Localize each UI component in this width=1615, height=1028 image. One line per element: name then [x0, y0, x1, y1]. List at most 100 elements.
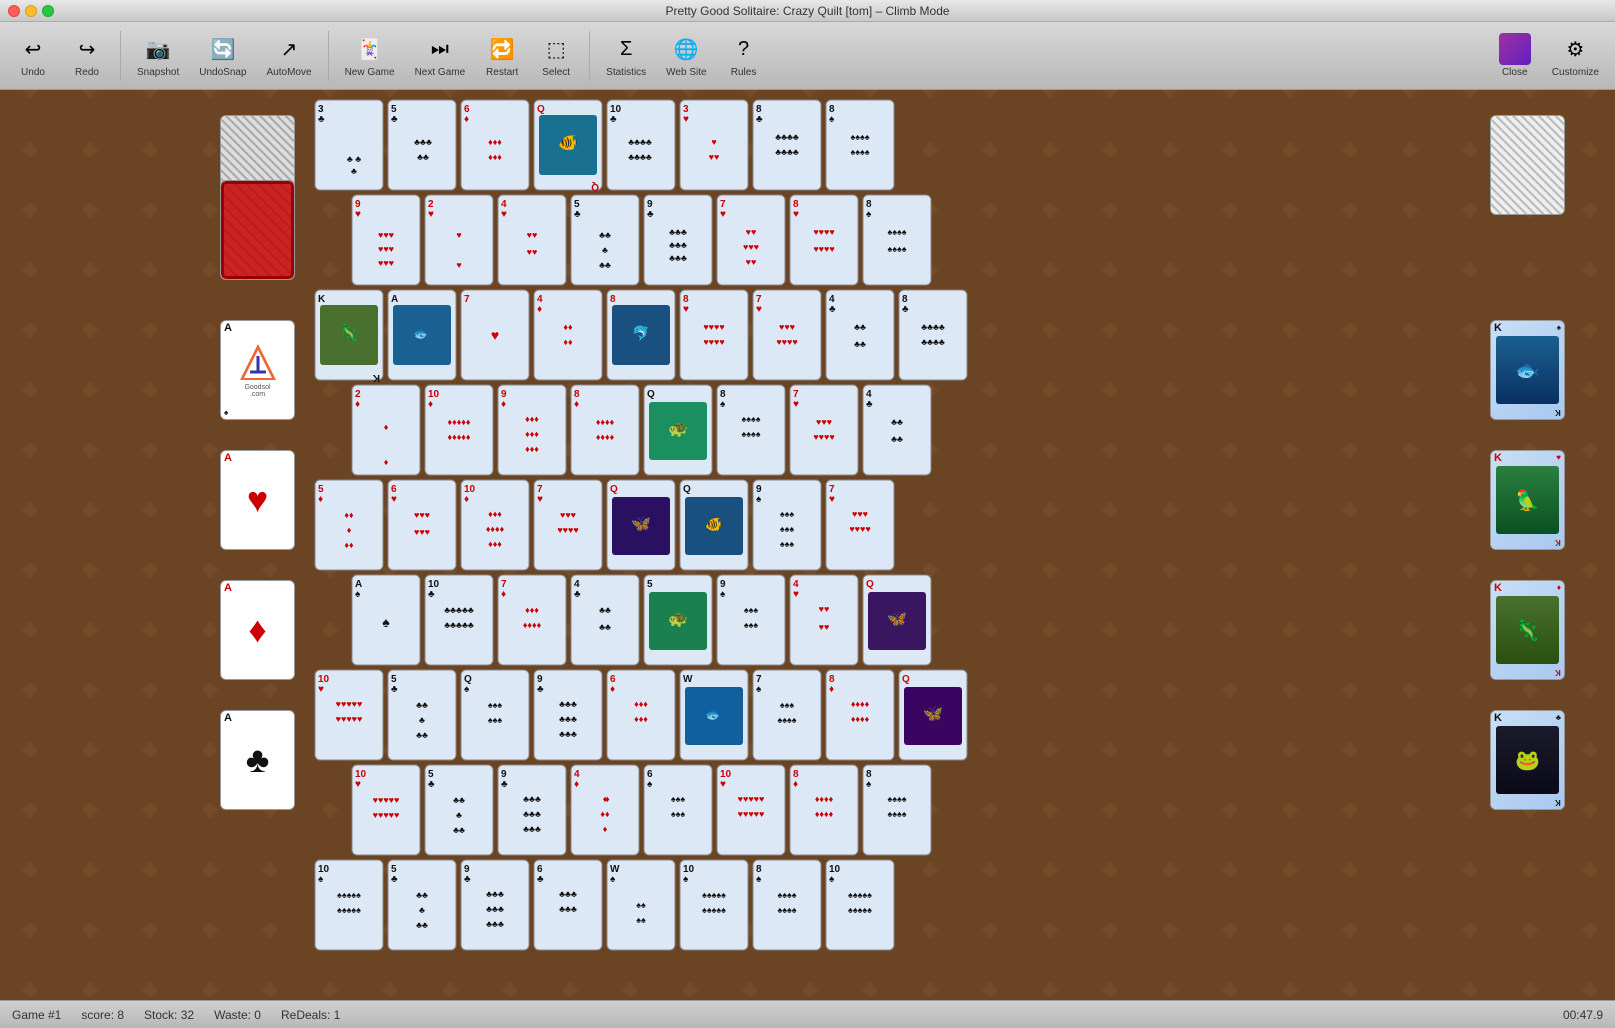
nextgame-button[interactable]: ⏭ Next Game: [407, 29, 474, 82]
svg-text:♠♠: ♠♠: [636, 900, 646, 910]
svg-text:♦: ♦: [428, 399, 433, 410]
svg-text:♣: ♣: [391, 684, 398, 695]
foundation-ace-hearts[interactable]: A ♥: [220, 450, 295, 550]
snapshot-button[interactable]: 📷 Snapshot: [129, 29, 187, 82]
svg-text:♥♥: ♥♥: [709, 152, 720, 162]
svg-text:♠♠♠♠♠: ♠♠♠♠♠: [848, 905, 872, 915]
svg-text:♣: ♣: [610, 114, 617, 125]
kcbr-rank-br: K: [1555, 798, 1561, 807]
svg-text:♠: ♠: [318, 874, 324, 885]
close-toolbar-button[interactable]: Close: [1490, 29, 1540, 82]
svg-text:♥: ♥: [428, 209, 434, 220]
frog-icon: 🐸: [1515, 748, 1540, 773]
window-controls: [8, 5, 54, 17]
king-hearts-right[interactable]: K ♥ 🦜 K: [1490, 450, 1565, 550]
close-button[interactable]: [8, 5, 20, 17]
undosnap-button[interactable]: 🔄 UndoSnap: [191, 29, 254, 82]
stock-deck-red[interactable]: [220, 180, 295, 280]
undo-button[interactable]: ↩ Undo: [8, 29, 58, 82]
maximize-button[interactable]: [42, 5, 54, 17]
website-icon: 🌐: [670, 33, 702, 65]
svg-text:♣: ♣: [351, 166, 357, 176]
svg-text:♠♠♠: ♠♠♠: [671, 809, 686, 819]
khr-face: K ♥ 🦜 K: [1491, 451, 1564, 549]
svg-text:♥: ♥: [318, 684, 324, 695]
svg-text:♣: ♣: [647, 209, 654, 220]
svg-text:♣♣♣: ♣♣♣: [559, 714, 577, 724]
svg-text:♠: ♠: [647, 779, 653, 790]
svg-text:♠♠♠♠: ♠♠♠♠: [887, 227, 906, 237]
website-button[interactable]: 🌐 Web Site: [658, 29, 714, 82]
score-display: score: 8: [81, 1008, 124, 1022]
svg-text:♦♦♦: ♦♦♦: [634, 714, 648, 724]
restart-icon: 🔁: [486, 33, 518, 65]
rules-icon: ?: [728, 33, 760, 65]
svg-text:♦♦♦♦♦: ♦♦♦♦♦: [448, 432, 471, 442]
svg-text:♣♣♣: ♣♣♣: [523, 794, 541, 804]
svg-text:🐟: 🐟: [413, 325, 430, 341]
card-face-ah: A ♥: [221, 451, 294, 549]
svg-text:♣♣: ♣♣: [599, 622, 611, 632]
svg-text:♠♠♠: ♠♠♠: [488, 700, 503, 710]
newgame-button[interactable]: 🃏 New Game: [337, 29, 403, 82]
select-button[interactable]: ⬚ Select: [531, 29, 581, 82]
foundation-ace-clubs[interactable]: A ♣: [220, 710, 295, 810]
svg-text:🦋: 🦋: [923, 706, 943, 723]
svg-text:♣: ♣: [318, 114, 325, 125]
undo-icon: ↩: [17, 33, 49, 65]
svg-text:♥♥: ♥♥: [819, 604, 830, 614]
statistics-button[interactable]: Σ Statistics: [598, 29, 654, 82]
svg-text:♣♣: ♣♣: [891, 417, 903, 427]
foundation-ace-spades[interactable]: Goodsol.com A ♠: [220, 320, 295, 420]
fish-icon: 🐟: [1515, 358, 1540, 383]
svg-text:♦: ♦: [318, 494, 323, 505]
redo-icon: ↪: [71, 33, 103, 65]
svg-text:♠♠♠♠: ♠♠♠♠: [741, 429, 760, 439]
svg-text:🐬: 🐬: [632, 324, 649, 342]
svg-text:♦♦: ♦♦: [344, 540, 354, 550]
svg-text:♥♥♥: ♥♥♥: [560, 510, 576, 520]
svg-text:♦: ♦: [574, 779, 579, 790]
svg-text:♥: ♥: [355, 209, 361, 220]
minimize-button[interactable]: [25, 5, 37, 17]
svg-text:♥♥♥♥: ♥♥♥♥: [813, 432, 834, 442]
svg-text:♥♥: ♥♥: [819, 622, 830, 632]
svg-text:♥: ♥: [793, 209, 799, 220]
automove-button[interactable]: ↗ AutoMove: [259, 29, 320, 82]
svg-text:♣: ♣: [391, 114, 398, 125]
window-title: Pretty Good Solitaire: Crazy Quilt [tom]…: [665, 4, 949, 18]
svg-text:♦♦♦♦: ♦♦♦♦: [851, 699, 870, 709]
svg-text:🐟: 🐟: [705, 706, 722, 722]
foundation-ace-diamonds[interactable]: A ♦: [220, 580, 295, 680]
svg-text:♥♥♥: ♥♥♥: [378, 230, 394, 240]
rules-button[interactable]: ? Rules: [719, 29, 769, 82]
svg-text:♣♣: ♣♣: [416, 700, 428, 710]
svg-text:♠♠♠: ♠♠♠: [744, 605, 759, 615]
king-diamonds-right[interactable]: K ♦ 🦎 K: [1490, 580, 1565, 680]
right-deck-gray[interactable]: [1490, 115, 1565, 215]
svg-text:K: K: [372, 372, 380, 383]
card-suit-ac: ♣: [246, 739, 270, 781]
svg-text:8: 8: [610, 294, 616, 305]
svg-text:🐠: 🐠: [705, 516, 722, 532]
redeals-display: ReDeals: 1: [281, 1008, 340, 1022]
redo-button[interactable]: ↪ Redo: [62, 29, 112, 82]
svg-text:♠: ♠: [720, 399, 726, 410]
svg-text:♠: ♠: [720, 589, 726, 600]
svg-text:♥♥♥♥: ♥♥♥♥: [557, 525, 578, 535]
svg-text:♦: ♦: [793, 779, 798, 790]
king-clubs-black-right[interactable]: K ♣ 🐸 K: [1490, 710, 1565, 810]
svg-text:W: W: [683, 674, 693, 685]
svg-text:♠♠♠♠: ♠♠♠♠: [850, 132, 869, 142]
svg-text:♣♣♣: ♣♣♣: [669, 253, 687, 263]
newgame-icon: 🃏: [354, 33, 386, 65]
customize-button[interactable]: ⚙ Customize: [1544, 29, 1607, 82]
restart-button[interactable]: 🔁 Restart: [477, 29, 527, 82]
svg-text:♠: ♠: [683, 874, 689, 885]
king-clubs-right[interactable]: K ♠ 🐟 K: [1490, 320, 1565, 420]
card-face-ac: A ♣: [221, 711, 294, 809]
svg-text:♦: ♦: [464, 494, 469, 505]
waste-display: Waste: 0: [214, 1008, 261, 1022]
svg-text:♦♦♦♦: ♦♦♦♦: [596, 432, 615, 442]
svg-text:♣♣: ♣♣: [599, 605, 611, 615]
